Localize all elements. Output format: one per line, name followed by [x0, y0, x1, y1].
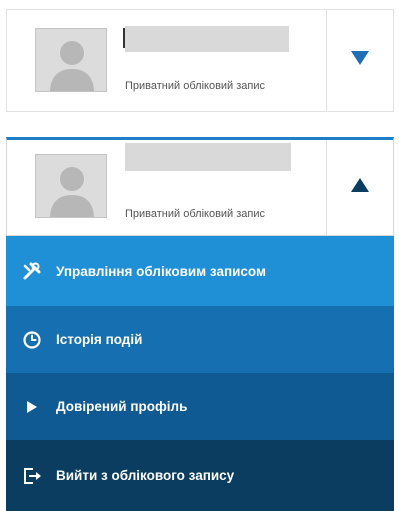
expand-toggle-button[interactable] [327, 10, 393, 111]
menu-item-label: Управління обліковим записом [56, 263, 266, 279]
avatar [35, 28, 107, 92]
menu-item-account-management[interactable]: Управління обліковим записом [6, 236, 394, 306]
menu-item-label: Вийти з облікового запису [56, 468, 235, 483]
menu-item-label: Довірений профіль [56, 399, 188, 414]
avatar [35, 154, 107, 218]
account-type-label: Приватний обліковий запис [125, 80, 266, 92]
menu-item-label: Історія подій [56, 332, 143, 347]
menu-item-trusted-profile[interactable]: Довірений профіль [6, 373, 394, 440]
play-icon [22, 397, 42, 417]
logout-icon [22, 466, 42, 486]
chevron-up-icon [351, 178, 369, 197]
chevron-down-icon [351, 51, 369, 70]
account-name-redacted [125, 26, 289, 52]
account-name-redacted [125, 143, 291, 171]
clock-icon [22, 330, 42, 350]
collapse-toggle-button[interactable] [327, 140, 393, 235]
tools-icon [22, 261, 42, 281]
account-menu: Управління обліковим записом Історія под… [6, 236, 394, 511]
account-header-collapsed[interactable]: Приватний обліковий запис [6, 9, 394, 112]
account-type-label: Приватний обліковий запис [125, 208, 266, 220]
menu-item-logout[interactable]: Вийти з облікового запису [6, 440, 394, 511]
menu-item-event-history[interactable]: Історія подій [6, 306, 394, 373]
account-header-expanded[interactable]: Приватний обліковий запис [6, 137, 394, 236]
